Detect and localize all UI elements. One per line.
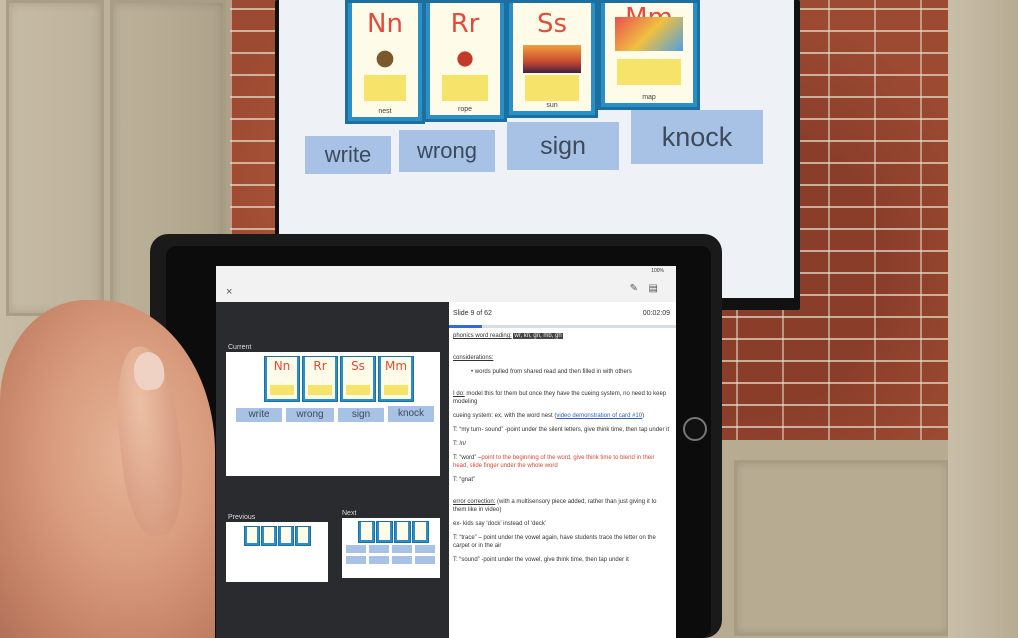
notes-heading: phonics word reading: xyxy=(453,333,512,339)
slide-counter: Slide 9 of 62 xyxy=(453,310,492,317)
considerations-label: considerations: xyxy=(453,355,494,361)
tv-word-knock: knock xyxy=(631,110,763,164)
note-t3a: T: “word” – xyxy=(453,455,482,461)
card-word: rope xyxy=(457,106,472,113)
previous-slide[interactable] xyxy=(226,522,328,582)
mini-word: knock xyxy=(388,406,434,422)
slide-progress-fill xyxy=(449,325,482,328)
error-label: error correction: xyxy=(453,499,496,505)
mini-letter: Mm xyxy=(384,359,408,373)
mini-letter: Rr xyxy=(313,359,327,373)
note-ex: ex- kids say ‘dock’ instead of ‘deck’ xyxy=(453,521,547,527)
current-label: Current xyxy=(228,344,252,351)
next-label: Next xyxy=(342,510,357,517)
tv-word-wrong: wrong xyxy=(399,130,495,172)
tv-card-rr: Rr rope xyxy=(423,0,507,122)
mini-word: sign xyxy=(338,408,384,422)
note-t3b: point to the beginning of the word, give… xyxy=(453,455,655,469)
hand xyxy=(0,300,215,638)
card-letter: Ss xyxy=(536,9,568,39)
pen-icon[interactable]: ✎ xyxy=(630,283,638,294)
tv-card-mm: Mm map xyxy=(598,0,700,110)
ido-text: model this for them but once they have t… xyxy=(453,391,667,405)
presenter-toolbar: 100% × ✎ ▤ xyxy=(216,266,676,302)
mini-card: Nn xyxy=(264,356,300,402)
card-word: sun xyxy=(546,102,558,109)
mini-letter: Ss xyxy=(351,359,365,373)
card-letter: Nn xyxy=(367,9,403,39)
card-word: nest xyxy=(378,108,392,115)
speaker-notes: phonics word reading: wr, kn, gn, mb, gh… xyxy=(453,332,670,570)
cueing-end: ) xyxy=(642,413,645,419)
note-t2: T: /n/ xyxy=(453,441,467,447)
wainscot xyxy=(720,440,960,638)
mini-card: Ss xyxy=(340,356,376,402)
mini-letter: Nn xyxy=(273,359,291,373)
mini-word: write xyxy=(236,408,282,422)
comment-icon[interactable]: ▤ xyxy=(649,283,658,294)
note-t6: T: “sound” -point under the vowel, give … xyxy=(453,557,629,563)
note-t1: T: “my turn- sound” -point under the sil… xyxy=(453,427,670,433)
current-slide: Nn Rr Ss Mm write wrong sign knock xyxy=(226,352,440,476)
note-t4: T: “gnat” xyxy=(453,477,476,483)
next-slide[interactable] xyxy=(342,518,440,578)
battery-status: 100% xyxy=(651,268,664,274)
wainscot-panel xyxy=(734,460,950,636)
card-letter: Rr xyxy=(450,9,480,39)
mini-card: Mm xyxy=(378,356,414,402)
ido-label: I do: xyxy=(453,391,465,397)
tv-card-ss: Ss sun xyxy=(506,0,598,118)
right-wall xyxy=(948,0,1018,638)
tv-word-write: write xyxy=(305,136,391,174)
home-button[interactable] xyxy=(683,417,707,441)
previous-label: Previous xyxy=(228,514,256,521)
mini-card: Rr xyxy=(302,356,338,402)
card-word: map xyxy=(642,94,656,101)
tv-card-nn: Nn nest xyxy=(345,0,425,124)
elapsed-timer: 00:02:09 xyxy=(642,310,670,317)
slide-progress-bar xyxy=(449,325,676,328)
door-panel-upper xyxy=(6,0,104,316)
note-t5: T: “trace” – point under the vowel again… xyxy=(453,535,656,549)
video-link[interactable]: video demonstration of card #10 xyxy=(556,413,642,419)
notes-heading-tag: wr, kn, gn, mb, gh xyxy=(513,333,563,339)
tv-word-sign: sign xyxy=(507,122,619,170)
slides-pane: Current Nn Rr Ss Mm write wrong sign kno… xyxy=(216,302,449,638)
mini-word: wrong xyxy=(286,408,334,422)
ipad-screen: 100% × ✎ ▤ Current Nn Rr Ss Mm write wro… xyxy=(216,266,676,638)
notes-pane: Slide 9 of 62 00:02:09 phonics word read… xyxy=(449,302,676,638)
close-icon[interactable]: × xyxy=(226,286,232,298)
cueing-text: cueing system: ex. with the word nest ( xyxy=(453,413,557,419)
considerations-bullet: • words pulled from shared read and then… xyxy=(471,369,632,375)
